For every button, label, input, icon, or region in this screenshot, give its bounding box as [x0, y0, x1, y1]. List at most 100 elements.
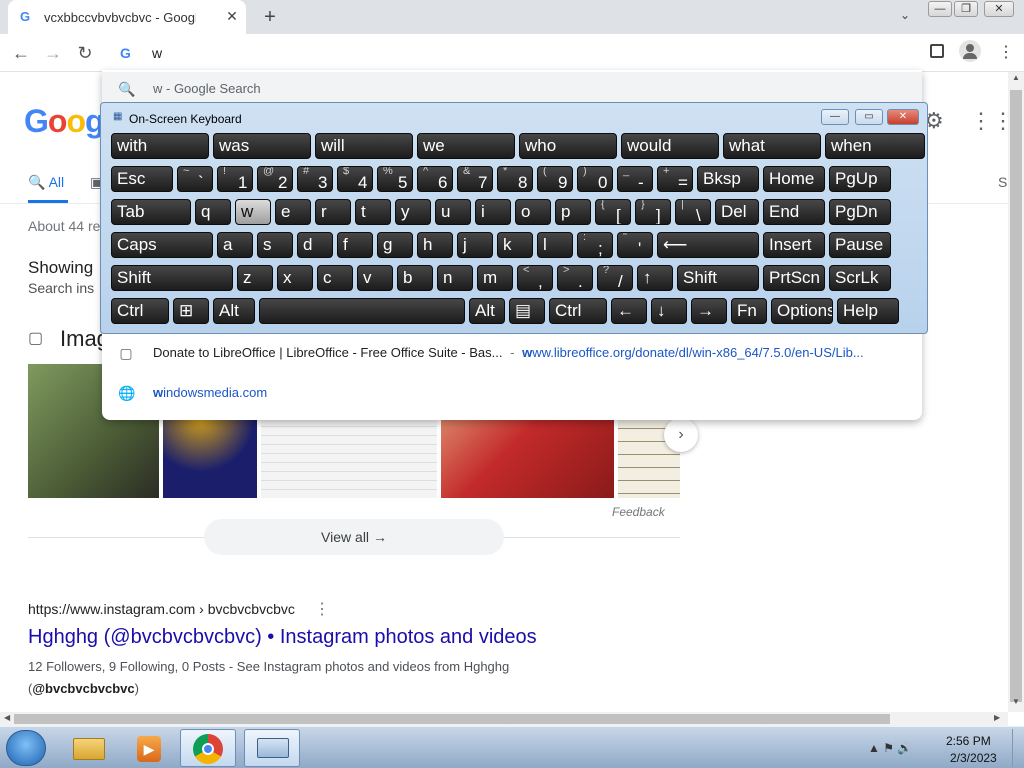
- osk-key[interactable]: <,: [517, 265, 553, 291]
- chrome-icon[interactable]: [180, 729, 236, 767]
- result-title-link[interactable]: Hghghg (@bvcbvcbvcbvc) • Instagram photo…: [28, 626, 537, 649]
- tab-close-icon[interactable]: ✕: [224, 8, 240, 24]
- osk-key[interactable]: * 8: [497, 166, 533, 192]
- osk-key[interactable]: PrtScn: [763, 265, 825, 291]
- osk-key[interactable]: u: [435, 199, 471, 225]
- osk-key[interactable]: a: [217, 232, 253, 258]
- osk-key[interactable]: i: [475, 199, 511, 225]
- osk-key[interactable]: w: [235, 199, 271, 225]
- osk-key[interactable]: #3: [297, 166, 333, 192]
- tab-search-icon[interactable]: ⌄: [896, 8, 914, 26]
- word-suggestion-key[interactable]: what: [723, 133, 821, 159]
- osk-key[interactable]: [259, 298, 465, 324]
- osk-key[interactable]: ↑: [637, 265, 673, 291]
- osk-key[interactable]: Shift: [111, 265, 233, 291]
- vertical-scroll-thumb[interactable]: [1010, 90, 1022, 702]
- address-input[interactable]: w: [152, 45, 162, 61]
- osk-key[interactable]: Del: [715, 199, 759, 225]
- suggestion-site[interactable]: 🌐 windowsmedia.com: [102, 376, 922, 410]
- scroll-down-icon[interactable]: ▼: [1008, 697, 1024, 711]
- tab-all[interactable]: 🔍 All: [28, 174, 64, 191]
- horizontal-scroll-thumb[interactable]: [14, 714, 890, 724]
- osk-key[interactable]: Ctrl: [549, 298, 607, 324]
- osk-key[interactable]: Ctrl: [111, 298, 169, 324]
- osk-key[interactable]: Fn: [731, 298, 767, 324]
- osk-key[interactable]: PgDn: [829, 199, 891, 225]
- osk-icon[interactable]: [244, 729, 300, 767]
- osk-key[interactable]: Options: [771, 298, 833, 324]
- osk-key[interactable]: r: [315, 199, 351, 225]
- profile-icon[interactable]: [959, 40, 981, 62]
- carousel-next-icon[interactable]: ›: [664, 418, 698, 452]
- osk-key[interactable]: v: [357, 265, 393, 291]
- feedback-link[interactable]: Feedback: [612, 505, 665, 519]
- address-bar[interactable]: G w: [104, 36, 922, 70]
- window-close-button[interactable]: ✕: [984, 1, 1014, 17]
- word-suggestion-key[interactable]: who: [519, 133, 617, 159]
- osk-key[interactable]: $4: [337, 166, 373, 192]
- result-menu-icon[interactable]: ⋮: [314, 599, 330, 619]
- word-suggestion-key[interactable]: would: [621, 133, 719, 159]
- osk-key[interactable]: Home: [763, 166, 825, 192]
- osk-key[interactable]: h: [417, 232, 453, 258]
- suggestion-history[interactable]: ▢ Donate to LibreOffice | LibreOffice - …: [102, 336, 922, 370]
- system-tray-icons[interactable]: ▲ ⚑ 🔊: [868, 741, 912, 755]
- osk-key[interactable]: o: [515, 199, 551, 225]
- osk-key[interactable]: @2: [257, 166, 293, 192]
- osk-key[interactable]: ~ `: [177, 166, 213, 192]
- osk-restore-button[interactable]: ▭: [855, 109, 883, 125]
- window-maximize-button[interactable]: ❐: [954, 1, 978, 17]
- osk-key[interactable]: ^ 6: [417, 166, 453, 192]
- osk-key[interactable]: d: [297, 232, 333, 258]
- osk-key[interactable]: Alt: [213, 298, 255, 324]
- osk-key[interactable]: ↓: [651, 298, 687, 324]
- forward-icon[interactable]: →: [42, 42, 64, 64]
- clock-date[interactable]: 2/3/2023: [950, 751, 997, 765]
- osk-key[interactable]: q: [195, 199, 231, 225]
- start-button[interactable]: [6, 730, 46, 766]
- osk-key[interactable]: b: [397, 265, 433, 291]
- osk-key[interactable]: ScrLk: [829, 265, 891, 291]
- reload-icon[interactable]: ↻: [74, 42, 96, 64]
- new-tab-button[interactable]: +: [258, 6, 282, 28]
- osk-key[interactable]: Alt: [469, 298, 505, 324]
- osk-key[interactable]: Esc: [111, 166, 173, 192]
- view-all-button[interactable]: View all →: [204, 519, 504, 555]
- osk-key[interactable]: k: [497, 232, 533, 258]
- osk-key[interactable]: & 7: [457, 166, 493, 192]
- osk-key[interactable]: }]: [635, 199, 671, 225]
- osk-key[interactable]: →: [691, 298, 727, 324]
- osk-key[interactable]: ⊞: [173, 298, 209, 324]
- osk-key[interactable]: p: [555, 199, 591, 225]
- osk-key[interactable]: ) 0: [577, 166, 613, 192]
- explorer-icon[interactable]: [60, 729, 116, 767]
- osk-minimize-button[interactable]: —: [821, 109, 849, 125]
- osk-key[interactable]: (9: [537, 166, 573, 192]
- show-desktop-button[interactable]: [1012, 729, 1022, 767]
- osk-key[interactable]: ! 1: [217, 166, 253, 192]
- osk-key[interactable]: PgUp: [829, 166, 891, 192]
- osk-key[interactable]: _ -: [617, 166, 653, 192]
- google-logo[interactable]: Goog: [24, 103, 105, 140]
- osk-key[interactable]: Tab: [111, 199, 191, 225]
- word-suggestion-key[interactable]: when: [825, 133, 925, 159]
- word-suggestion-key[interactable]: was: [213, 133, 311, 159]
- word-suggestion-key[interactable]: we: [417, 133, 515, 159]
- side-panel-icon[interactable]: [930, 44, 944, 58]
- word-suggestion-key[interactable]: will: [315, 133, 413, 159]
- osk-key[interactable]: " ': [617, 232, 653, 258]
- tab-s[interactable]: S: [998, 174, 1007, 190]
- osk-key[interactable]: Caps: [111, 232, 213, 258]
- osk-key[interactable]: Pause: [829, 232, 891, 258]
- osk-key[interactable]: y: [395, 199, 431, 225]
- clock-time[interactable]: 2:56 PM: [946, 734, 991, 748]
- osk-key[interactable]: j: [457, 232, 493, 258]
- osk-key[interactable]: n: [437, 265, 473, 291]
- osk-key[interactable]: z: [237, 265, 273, 291]
- osk-key[interactable]: {[: [595, 199, 631, 225]
- osk-key[interactable]: ? /: [597, 265, 633, 291]
- osk-key[interactable]: ←: [611, 298, 647, 324]
- osk-key[interactable]: f: [337, 232, 373, 258]
- osk-key[interactable]: ▤: [509, 298, 545, 324]
- media-player-icon[interactable]: ▶: [120, 729, 176, 767]
